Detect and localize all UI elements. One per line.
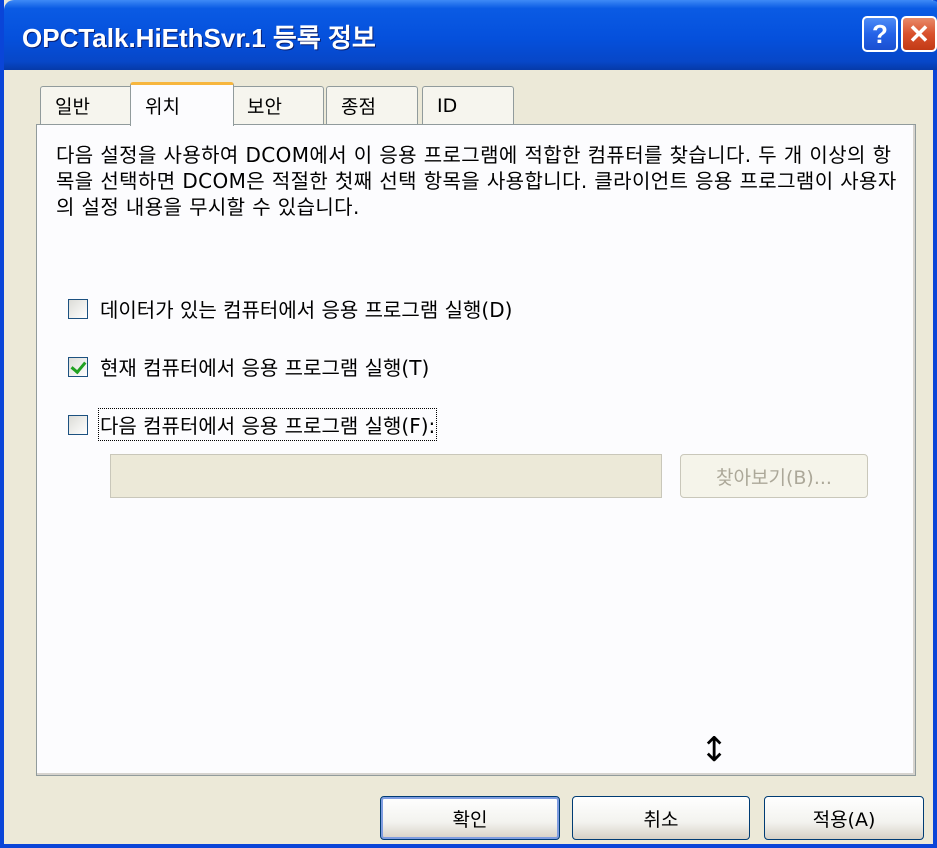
tab-identity[interactable]: ID bbox=[422, 86, 514, 124]
checkbox-run-on-this-computer[interactable] bbox=[68, 356, 88, 377]
help-button[interactable]: ? bbox=[862, 16, 898, 52]
checkbox-run-on-following-computer[interactable] bbox=[68, 414, 88, 435]
location-description: 다음 설정을 사용하여 DCOM에서 이 응용 프로그램에 적합한 컴퓨터를 찾… bbox=[56, 143, 897, 219]
cancel-button[interactable]: 취소 bbox=[572, 796, 750, 840]
option-label: 현재 컴퓨터에서 응용 프로그램 실행(T) bbox=[100, 356, 430, 380]
option-run-on-data-computer[interactable]: 데이터가 있는 컴퓨터에서 응용 프로그램 실행(D) bbox=[68, 294, 512, 323]
checkbox-run-on-data-computer[interactable] bbox=[68, 298, 88, 319]
tab-endpoints[interactable]: 종점 bbox=[326, 86, 418, 124]
browse-button[interactable]: 찾아보기(B)... bbox=[680, 454, 868, 498]
ok-button[interactable]: 확인 bbox=[380, 796, 560, 840]
option-run-on-this-computer[interactable]: 현재 컴퓨터에서 응용 프로그램 실행(T) bbox=[68, 352, 429, 381]
properties-dialog: OPCTalk.HiEthSvr.1 등록 정보 ? ✕ 일반 위치 보안 종점… bbox=[0, 0, 937, 848]
close-icon: ✕ bbox=[908, 18, 930, 49]
location-tab-panel bbox=[36, 124, 916, 776]
resize-vertical-cursor-icon: ↕ bbox=[700, 730, 729, 770]
tab-security[interactable]: 보안 bbox=[232, 86, 324, 124]
option-label: 다음 컴퓨터에서 응용 프로그램 실행(F): bbox=[97, 408, 438, 441]
computer-name-input[interactable] bbox=[110, 454, 662, 498]
apply-button[interactable]: 적용(A) bbox=[764, 796, 924, 840]
tab-general[interactable]: 일반 bbox=[40, 86, 136, 124]
window-title: OPCTalk.HiEthSvr.1 등록 정보 bbox=[22, 23, 376, 53]
title-bar[interactable]: OPCTalk.HiEthSvr.1 등록 정보 ? ✕ bbox=[4, 0, 937, 70]
close-button[interactable]: ✕ bbox=[901, 16, 937, 52]
option-run-on-following-computer[interactable]: 다음 컴퓨터에서 응용 프로그램 실행(F): bbox=[68, 408, 438, 441]
tab-location[interactable]: 위치 bbox=[130, 82, 234, 126]
question-mark-icon: ? bbox=[872, 18, 888, 49]
option-label: 데이터가 있는 컴퓨터에서 응용 프로그램 실행(D) bbox=[100, 298, 513, 322]
